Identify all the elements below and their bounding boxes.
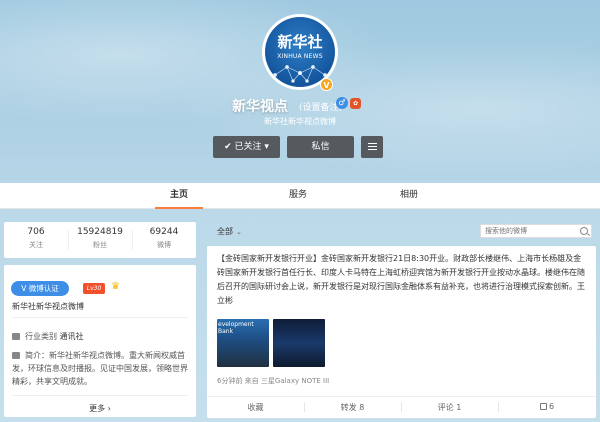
stat-posts-value: 69244 <box>149 227 179 237</box>
stats-card: 706 关注 15924819 粉丝 69244 微博 <box>4 222 196 258</box>
intro-icon <box>12 352 20 359</box>
more-menu-button[interactable] <box>361 136 383 158</box>
avatar-logo: 新华社 XINHUA NEWS <box>265 17 335 87</box>
post-image-2[interactable] <box>273 319 325 367</box>
industry-row: 行业类别 通讯社 <box>12 331 84 342</box>
stat-posts[interactable]: 69244 微博 <box>132 227 196 250</box>
stat-following[interactable]: 706 关注 <box>4 227 68 250</box>
following-button[interactable]: ✔ 已关注 ▾ <box>213 136 280 158</box>
avatar-logo-subtitle: XINHUA NEWS <box>277 53 323 60</box>
like-count: 6 <box>548 402 555 411</box>
search-input[interactable] <box>481 225 573 237</box>
profile-description: 新华社新华视点微博 <box>264 117 336 126</box>
stat-followers[interactable]: 15924819 粉丝 <box>68 227 132 250</box>
stat-posts-label: 微博 <box>157 241 171 249</box>
chevron-down-icon: ⌄ <box>236 228 242 236</box>
post-image-1-caption: evelopment Bank <box>218 321 254 335</box>
filter-all-dropdown[interactable]: 全部 ⌄ <box>217 226 242 237</box>
male-gender-icon: ♂ <box>336 97 348 109</box>
tab-service[interactable]: 服务 <box>274 183 322 209</box>
industry-label: 行业类别 <box>25 332 57 341</box>
profile-info-card: V 微博认证 Lv30 ♛ 新华社新华视点微博 行业类别 通讯社 简介：新华社新… <box>4 265 196 417</box>
intro-label: 简介： <box>25 351 49 360</box>
avatar-logo-title: 新华社 <box>277 33 323 51</box>
vip-crown-icon[interactable]: ♛ <box>111 281 120 292</box>
weibo-verification-badge[interactable]: V 微博认证 <box>11 281 69 296</box>
medal-badge-icon[interactable]: ✿ <box>350 98 361 109</box>
favorite-button[interactable]: 收藏 <box>207 402 304 413</box>
stat-followers-value: 15924819 <box>77 227 123 237</box>
verification-text: 新华社新华视点微博 <box>12 302 84 311</box>
stat-followers-label: 粉丝 <box>93 241 107 249</box>
tab-home[interactable]: 主页 <box>155 183 203 209</box>
divider <box>12 317 188 318</box>
divider <box>12 395 188 396</box>
feed-filter-bar: 全部 ⌄ <box>207 222 596 240</box>
repost-button[interactable]: 转发 8 <box>304 402 401 413</box>
intro-row: 简介：新华社新华视点微博。重大新闻权威首发，环球信息及时播报。见证中国发展，领略… <box>12 349 190 388</box>
filter-all-label: 全部 <box>217 227 233 236</box>
level-badge[interactable]: Lv30 <box>83 283 105 294</box>
post-text: 【金砖国家新开发银行开业】金砖国家新开发银行21日8:30开业。财政部长楼继伟、… <box>217 254 585 305</box>
verified-icon: V <box>320 78 333 91</box>
industry-link[interactable]: 通讯社 <box>60 332 84 341</box>
profile-tabs: 主页 服务 相册 <box>0 183 600 209</box>
weibo-post: 【金砖国家新开发银行开业】金砖国家新开发银行21日8:30开业。财政部长楼继伟、… <box>207 246 596 418</box>
like-button[interactable]: 6 <box>498 402 596 411</box>
thumbs-up-icon <box>539 403 547 410</box>
stat-following-value: 706 <box>27 227 45 237</box>
briefcase-icon <box>12 333 20 340</box>
search-his-posts[interactable] <box>480 224 592 238</box>
profile-name: 新华视点 <box>232 99 288 115</box>
post-action-bar: 收藏 转发 8 评论 1 6 <box>207 396 596 416</box>
post-meta[interactable]: 6分钟前 来自 三星Galaxy NOTE III <box>217 376 329 386</box>
post-image-1[interactable]: evelopment Bank <box>217 319 269 367</box>
message-button[interactable]: 私信 <box>287 136 354 158</box>
tab-album[interactable]: 相册 <box>385 183 433 209</box>
stat-following-label: 关注 <box>29 241 43 249</box>
more-info-link[interactable]: 更多 › <box>4 403 196 414</box>
hamburger-icon <box>367 143 377 150</box>
comment-button[interactable]: 评论 1 <box>401 402 498 413</box>
search-icon[interactable] <box>580 227 588 235</box>
